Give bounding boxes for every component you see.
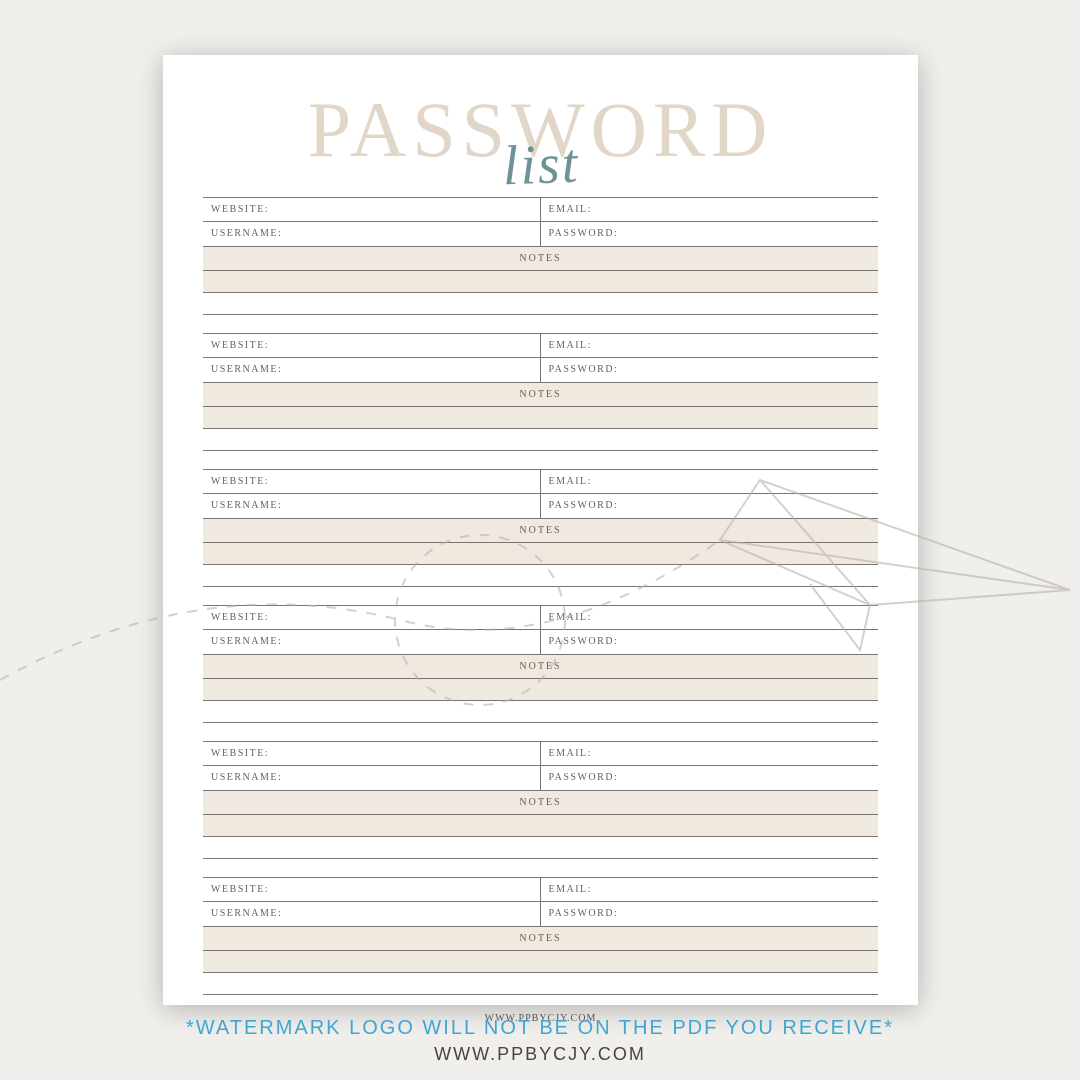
password-entry: WEBSITE:EMAIL:USERNAME:PASSWORD:NOTES <box>203 469 878 587</box>
password-entry: WEBSITE:EMAIL:USERNAME:PASSWORD:NOTES <box>203 197 878 315</box>
notes-line <box>203 951 878 973</box>
website-label: WEBSITE: <box>203 742 541 765</box>
password-label: PASSWORD: <box>541 358 879 382</box>
password-entry: WEBSITE:EMAIL:USERNAME:PASSWORD:NOTES <box>203 605 878 723</box>
entry-row: WEBSITE:EMAIL: <box>203 333 878 358</box>
blank-line <box>203 837 878 859</box>
website-label: WEBSITE: <box>203 334 541 357</box>
notes-label: NOTES <box>203 519 878 543</box>
entry-row: WEBSITE:EMAIL: <box>203 197 878 222</box>
email-label: EMAIL: <box>541 334 879 357</box>
notes-line <box>203 679 878 701</box>
password-label: PASSWORD: <box>541 630 879 654</box>
notes-line <box>203 271 878 293</box>
notes-label: NOTES <box>203 383 878 407</box>
website-label: WEBSITE: <box>203 878 541 901</box>
email-label: EMAIL: <box>541 606 879 629</box>
username-label: USERNAME: <box>203 222 541 246</box>
username-label: USERNAME: <box>203 358 541 382</box>
password-entry: WEBSITE:EMAIL:USERNAME:PASSWORD:NOTES <box>203 741 878 859</box>
entry-row: USERNAME:PASSWORD: <box>203 902 878 927</box>
entry-row: WEBSITE:EMAIL: <box>203 605 878 630</box>
blank-line <box>203 429 878 451</box>
password-label: PASSWORD: <box>541 494 879 518</box>
notes-label: NOTES <box>203 655 878 679</box>
blank-line <box>203 293 878 315</box>
caption-area: *WATERMARK LOGO WILL NOT BE ON THE PDF Y… <box>0 1017 1080 1065</box>
username-label: USERNAME: <box>203 630 541 654</box>
blank-line <box>203 701 878 723</box>
username-label: USERNAME: <box>203 494 541 518</box>
document-page: PASSWORD list WEBSITE:EMAIL:USERNAME:PAS… <box>163 55 918 1005</box>
entry-row: USERNAME:PASSWORD: <box>203 358 878 383</box>
title-script: list <box>501 132 580 199</box>
notes-label: NOTES <box>203 247 878 271</box>
notes-label: NOTES <box>203 927 878 951</box>
notes-line <box>203 543 878 565</box>
entry-row: USERNAME:PASSWORD: <box>203 630 878 655</box>
website-label: WEBSITE: <box>203 198 541 221</box>
blank-line <box>203 973 878 995</box>
password-entry: WEBSITE:EMAIL:USERNAME:PASSWORD:NOTES <box>203 877 878 995</box>
password-label: PASSWORD: <box>541 766 879 790</box>
caption-watermark-notice: *WATERMARK LOGO WILL NOT BE ON THE PDF Y… <box>0 1017 1080 1040</box>
entry-row: USERNAME:PASSWORD: <box>203 222 878 247</box>
entry-row: USERNAME:PASSWORD: <box>203 494 878 519</box>
email-label: EMAIL: <box>541 470 879 493</box>
entry-row: USERNAME:PASSWORD: <box>203 766 878 791</box>
website-label: WEBSITE: <box>203 606 541 629</box>
username-label: USERNAME: <box>203 766 541 790</box>
title-area: PASSWORD list <box>203 85 878 175</box>
caption-url: WWW.PPBYCJY.COM <box>0 1044 1080 1065</box>
notes-label: NOTES <box>203 791 878 815</box>
email-label: EMAIL: <box>541 878 879 901</box>
email-label: EMAIL: <box>541 742 879 765</box>
notes-line <box>203 815 878 837</box>
password-entry: WEBSITE:EMAIL:USERNAME:PASSWORD:NOTES <box>203 333 878 451</box>
username-label: USERNAME: <box>203 902 541 926</box>
email-label: EMAIL: <box>541 198 879 221</box>
entry-row: WEBSITE:EMAIL: <box>203 877 878 902</box>
entry-row: WEBSITE:EMAIL: <box>203 469 878 494</box>
entry-row: WEBSITE:EMAIL: <box>203 741 878 766</box>
blank-line <box>203 565 878 587</box>
password-label: PASSWORD: <box>541 222 879 246</box>
notes-line <box>203 407 878 429</box>
password-label: PASSWORD: <box>541 902 879 926</box>
website-label: WEBSITE: <box>203 470 541 493</box>
entries-container: WEBSITE:EMAIL:USERNAME:PASSWORD:NOTESWEB… <box>203 197 878 995</box>
